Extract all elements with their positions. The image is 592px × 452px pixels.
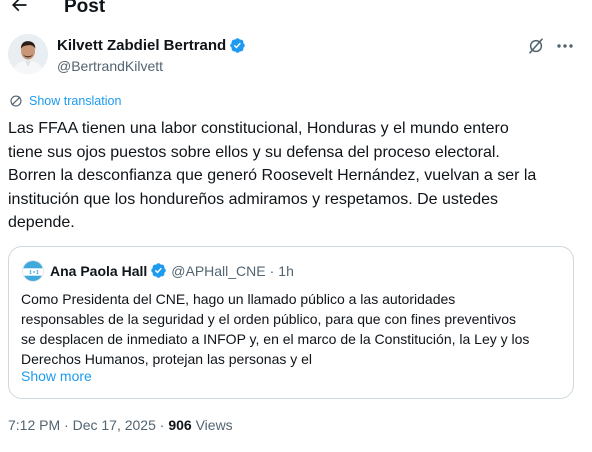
- quoted-post[interactable]: Ana Paola Hall @APHall_CNE · 1h Como Pre…: [8, 246, 574, 399]
- grok-icon: [529, 38, 543, 54]
- views-label: Views: [195, 417, 233, 433]
- quoted-time[interactable]: 1h: [278, 263, 294, 279]
- meta-separator: ·: [159, 417, 165, 433]
- meta-separator: ·: [64, 417, 69, 433]
- author-handle[interactable]: @BertrandKilvett: [57, 58, 163, 74]
- translate-icon: [10, 95, 22, 107]
- post-time[interactable]: 7:12 PM: [8, 417, 60, 433]
- author-name[interactable]: Kilvett Zabdiel Bertrand: [57, 37, 246, 54]
- show-more-link[interactable]: Show more: [21, 368, 92, 384]
- arrow-left-icon: [11, 0, 27, 12]
- grok-button[interactable]: [527, 37, 545, 55]
- show-translation-label: Show translation: [29, 94, 122, 108]
- post-header: Post: [0, 0, 592, 22]
- quoted-handle[interactable]: @APHall_CNE: [171, 263, 265, 279]
- post-meta: 7:12 PM · Dec 17, 2025 · 906 Views: [8, 417, 233, 433]
- author-avatar[interactable]: [8, 34, 48, 74]
- quoted-author-name[interactable]: Ana Paola Hall: [50, 263, 147, 279]
- more-options-button[interactable]: [555, 37, 575, 55]
- verified-badge-icon: [230, 38, 245, 53]
- quoted-avatar: [22, 260, 44, 282]
- tweet-text: Las FFAA tienen una labor constitucional…: [8, 120, 537, 231]
- honduras-flag-icon: [23, 261, 43, 281]
- post-date[interactable]: Dec 17, 2025: [73, 417, 156, 433]
- author-name-text: Kilvett Zabdiel Bertrand: [57, 37, 227, 54]
- page-title: Post: [64, 0, 106, 17]
- quoted-text: Como Presidenta del CNE, hago un llamado…: [21, 291, 530, 367]
- verified-badge-icon: [151, 263, 167, 278]
- quoted-separator: ·: [269, 262, 275, 279]
- views-count: 906: [168, 417, 192, 433]
- quoted-header: Ana Paola Hall @APHall_CNE · 1h: [50, 262, 294, 279]
- show-translation-link[interactable]: Show translation: [9, 94, 121, 108]
- more-horizontal-icon: [557, 44, 573, 48]
- back-button[interactable]: [8, 0, 30, 16]
